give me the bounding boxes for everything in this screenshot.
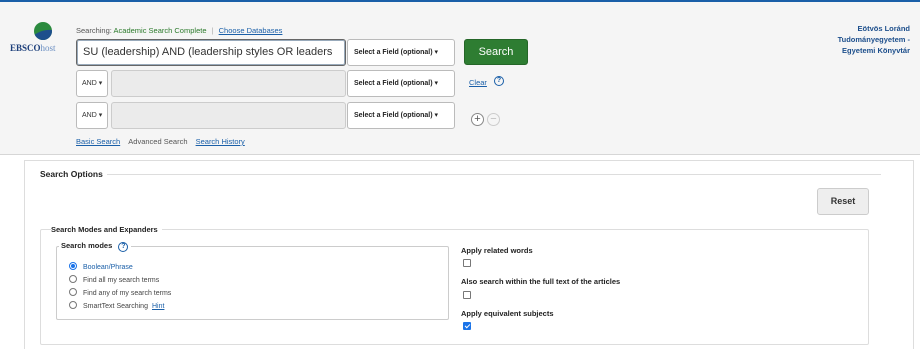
add-row-icon[interactable]: +	[471, 113, 484, 126]
mode-label: Find any of my search terms	[83, 290, 172, 297]
logo-suffix: host	[40, 43, 56, 53]
options-title-divider	[106, 174, 881, 175]
remove-row-icon[interactable]: −	[487, 113, 500, 126]
search-modes-help-icon[interactable]: ?	[118, 242, 129, 252]
mode-label: Find all my search terms	[83, 277, 160, 284]
apply-related-words-checkbox[interactable]	[463, 259, 471, 267]
radio-icon[interactable]	[69, 288, 77, 296]
mode-boolean-phrase[interactable]: Boolean/Phrase	[69, 262, 133, 271]
mode-find-any[interactable]: Find any of my search terms	[69, 288, 171, 297]
logo-main: EBSCO	[10, 43, 41, 53]
advanced-search-label: Advanced Search	[128, 137, 188, 146]
mode-find-all[interactable]: Find all my search terms	[69, 275, 159, 284]
search-query-input-3[interactable]	[111, 102, 346, 129]
hint-link[interactable]: Hint	[152, 303, 164, 310]
search-nav: Basic Search Advanced Search Search Hist…	[76, 137, 245, 146]
reset-button[interactable]: Reset	[817, 188, 869, 215]
basic-search-link[interactable]: Basic Search	[76, 137, 120, 146]
searching-label: Searching:	[76, 26, 112, 35]
field-select-1[interactable]: Select a Field (optional) ▾	[347, 39, 455, 66]
search-history-link[interactable]: Search History	[196, 137, 245, 146]
apply-equivalent-subjects-label: Apply equivalent subjects	[461, 309, 554, 318]
separator: |	[211, 26, 214, 35]
apply-equivalent-subjects-checkbox[interactable]	[463, 322, 471, 330]
boolean-operator-select-2[interactable]: AND ▾	[76, 70, 108, 97]
help-icon[interactable]: ?	[494, 76, 504, 86]
search-query-input-2[interactable]	[111, 70, 346, 97]
mode-label: Boolean/Phrase	[83, 264, 133, 271]
mode-smarttext[interactable]: SmartText Searching Hint	[69, 301, 164, 310]
radio-icon[interactable]	[69, 301, 77, 309]
search-modes-expanders-title: Search Modes and Expanders	[51, 225, 162, 234]
radio-icon[interactable]	[69, 275, 77, 283]
searching-info: Searching: Academic Search Complete | Ch…	[76, 26, 282, 35]
clear-link[interactable]: Clear	[469, 78, 487, 87]
radio-checked-icon[interactable]	[69, 262, 77, 270]
search-modes-title: Search modes ?	[59, 241, 132, 252]
institution-line-1: Eötvös Loránd	[857, 24, 910, 33]
field-select-3[interactable]: Select a Field (optional) ▾	[347, 102, 455, 129]
search-options-title: Search Options	[40, 169, 107, 179]
field-select-2[interactable]: Select a Field (optional) ▾	[347, 70, 455, 97]
search-query-input[interactable]: SU (leadership) AND (leadership styles O…	[76, 39, 346, 66]
ebsco-logo-icon	[34, 22, 52, 40]
institution-line-2: Tudományegyetem -	[837, 35, 910, 44]
mode-label: SmartText Searching	[83, 303, 148, 310]
boolean-operator-select-3[interactable]: AND ▾	[76, 102, 108, 129]
apply-related-words-label: Apply related words	[461, 246, 533, 255]
choose-databases-link[interactable]: Choose Databases	[219, 26, 283, 35]
institution-line-3: Egyetemi Könyvtár	[842, 46, 910, 55]
search-modes-label: Search modes	[61, 241, 113, 250]
full-text-search-label: Also search within the full text of the …	[461, 277, 621, 286]
full-text-search-checkbox[interactable]	[463, 291, 471, 299]
search-header: EBSCOhost Searching: Academic Search Com…	[0, 0, 920, 155]
search-button[interactable]: Search	[464, 39, 528, 65]
database-name: Academic Search Complete	[113, 26, 207, 35]
institution-name: Eötvös Loránd Tudományegyetem - Egyetemi…	[770, 23, 910, 56]
